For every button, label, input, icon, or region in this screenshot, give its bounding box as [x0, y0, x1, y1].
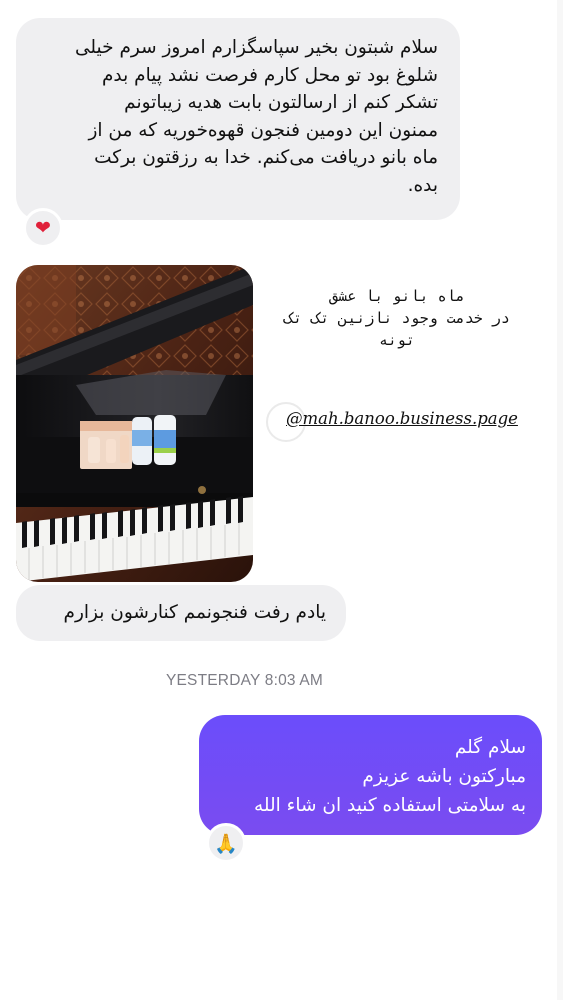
profile-handle-link[interactable]: @mah.banoo.business.page	[286, 409, 518, 428]
scrollbar[interactable]	[557, 0, 563, 1000]
message-line: ماه بانو دریافت می‌کنم. خدا به رزقتون بر…	[94, 147, 438, 168]
caption-line: تونه	[378, 331, 416, 349]
message-line: سلام گلم	[454, 737, 526, 758]
shared-post-image[interactable]	[16, 265, 253, 582]
message-line: شلوغ بود تو محل کارم فرصت نشد پیام بدم	[101, 64, 438, 86]
message-line: تشکر کنم از ارسالتون بابت هدیه زیباتونم	[124, 92, 438, 113]
pray-reaction-icon[interactable]: 🙏	[206, 823, 246, 863]
message-text: یادم رفت فنجونمم کنارشون بزارم	[63, 602, 326, 623]
shared-post-caption: ماه بانو با عشق در خدمت وجود نازنین تک ت…	[262, 285, 532, 351]
message-line: به سلامتی استفاده کنید ان شاء الله	[253, 795, 526, 816]
incoming-message-bubble[interactable]: سلام شبتون بخیر سپاسگزارم امروز سرم خیلی…	[16, 18, 460, 220]
incoming-message-bubble[interactable]: یادم رفت فنجونمم کنارشون بزارم	[16, 585, 346, 641]
piano-photo	[16, 265, 253, 582]
message-timestamp: YESTERDAY 8:03 AM	[165, 672, 324, 689]
folded-hands-icon: 🙏	[214, 832, 238, 855]
message-line: مبارکتون باشه عزیزم	[362, 766, 526, 787]
heart-icon: ❤	[35, 217, 51, 239]
heart-reaction-icon[interactable]: ❤	[23, 208, 63, 248]
message-line: بده.	[407, 174, 438, 196]
caption-line: ماه بانو با عشق	[329, 287, 465, 305]
message-line: ممنون این دومین فنجون قهوه‌خوریه که من ا…	[88, 119, 438, 141]
caption-line: در خدمت وجود نازنین تک تک	[284, 309, 510, 327]
message-line: سلام شبتون بخیر سپاسگزارم امروز سرم خیلی	[75, 37, 438, 58]
outgoing-message-bubble[interactable]: سلام گلم مبارکتون باشه عزیزم به سلامتی ا…	[199, 715, 542, 835]
